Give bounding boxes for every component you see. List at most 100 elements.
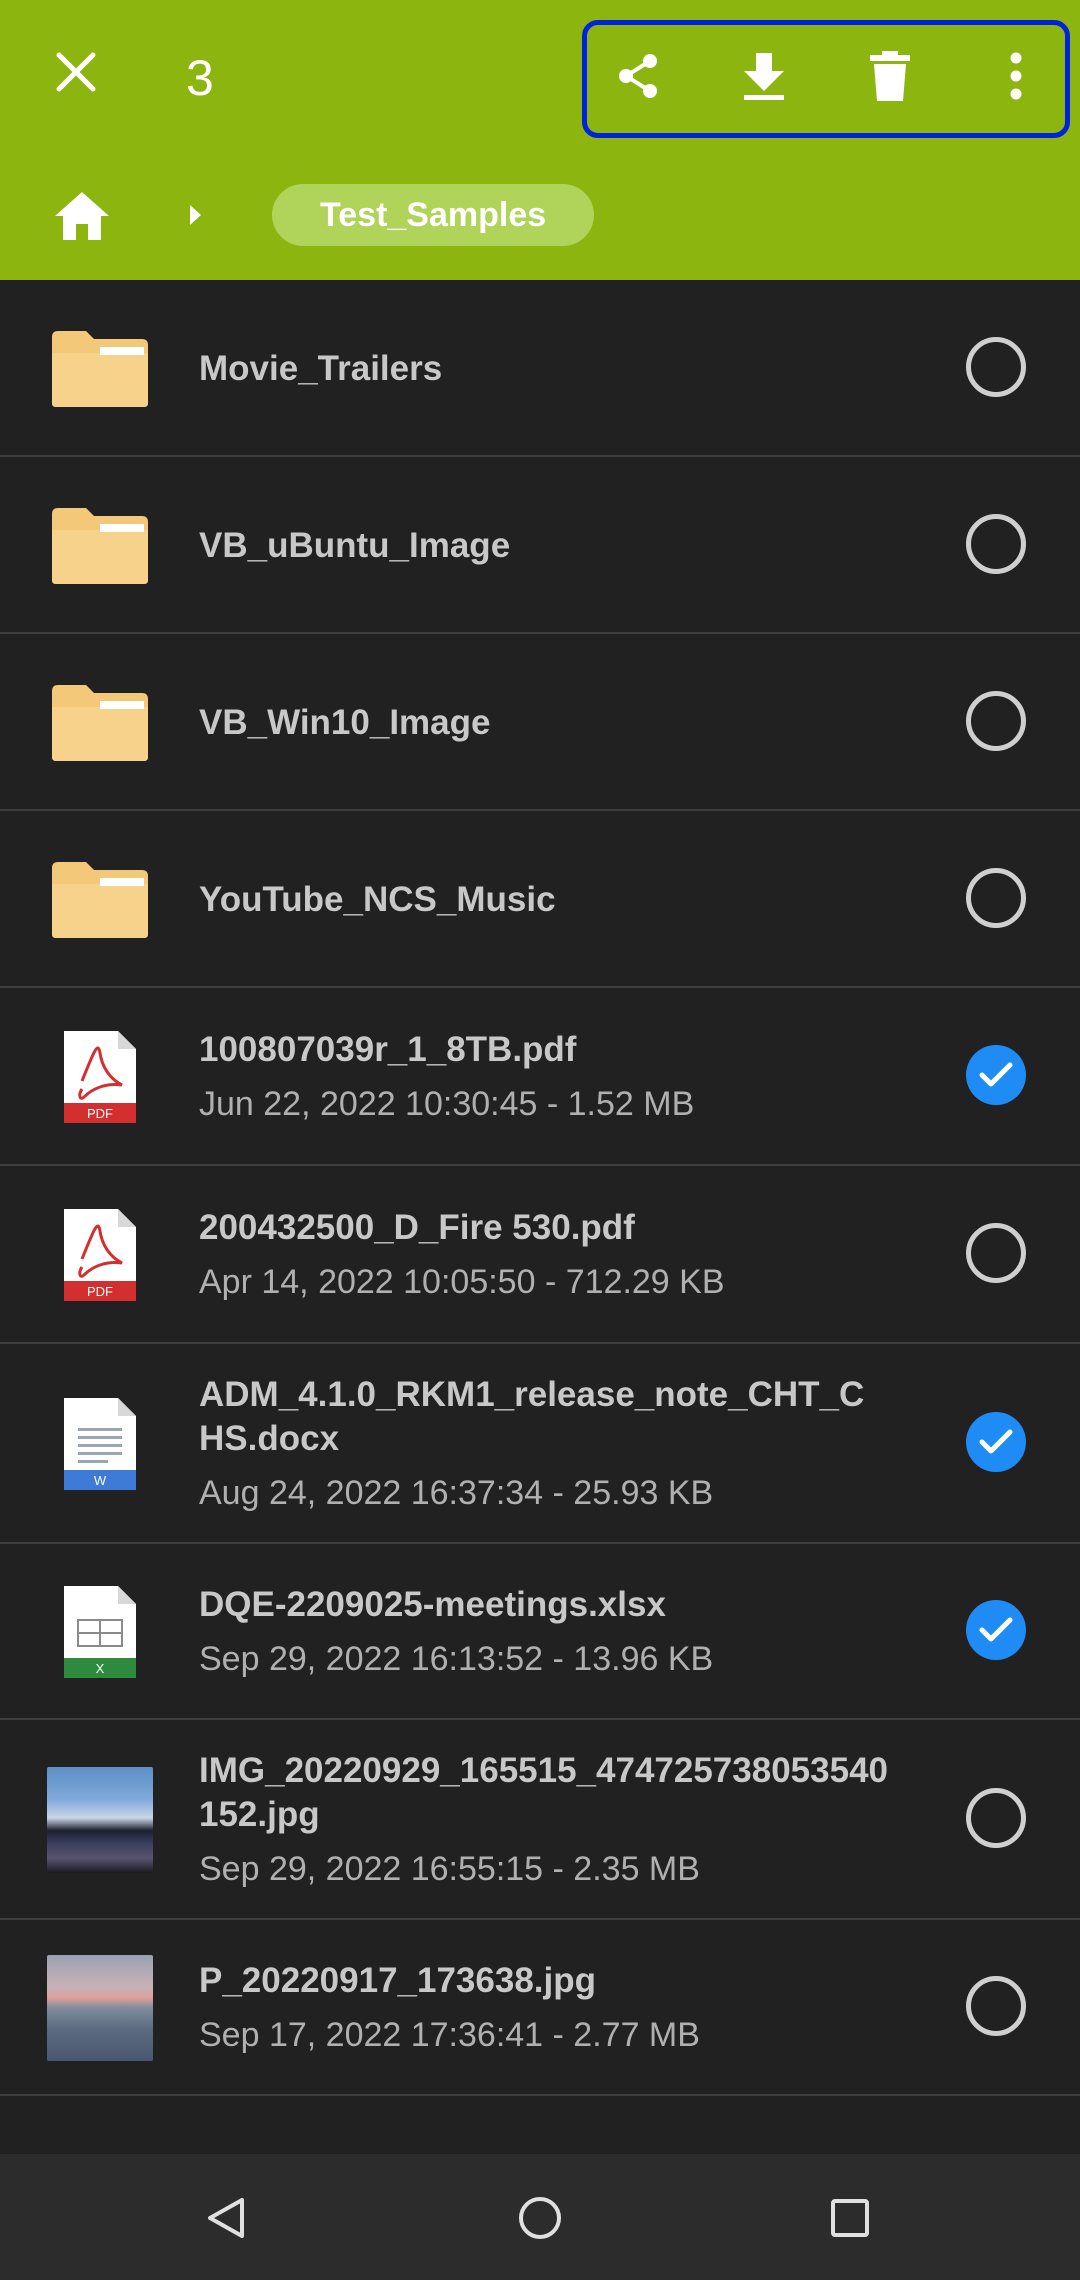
file-type-icon: X	[44, 1576, 156, 1688]
select-checkbox[interactable]	[966, 867, 1030, 932]
home-circle-icon	[519, 2197, 561, 2239]
unchecked-circle-icon	[966, 336, 1026, 397]
close-selection-button[interactable]	[40, 36, 112, 108]
nav-home-button[interactable]	[500, 2178, 580, 2258]
select-checkbox[interactable]	[966, 1976, 1030, 2040]
file-type-icon	[44, 1952, 156, 2064]
breadcrumb-home[interactable]	[46, 180, 118, 252]
download-icon	[744, 53, 784, 100]
delete-button[interactable]	[850, 36, 930, 116]
pdf-file-icon: PDF	[64, 1031, 136, 1123]
file-meta: Aug 24, 2022 16:37:34 - 25.93 KB	[199, 1474, 714, 1512]
file-name: P_20220917_173638.jpg	[199, 1961, 596, 2000]
pdf-file-icon: PDF	[64, 1209, 136, 1301]
image-thumbnail	[47, 1767, 153, 1873]
file-type-icon	[44, 1764, 156, 1876]
file-type-icon	[44, 667, 156, 779]
word-file-icon: W	[64, 1398, 136, 1490]
more-vert-icon	[1010, 52, 1022, 100]
file-text: 100807039r_1_8TB.pdf Jun 22, 2022 10:30:4…	[199, 1028, 889, 1126]
file-text: IMG_20220929_165515_474725738053540152.j…	[199, 1749, 889, 1891]
breadcrumb-separator	[180, 200, 210, 230]
system-nav-bar	[0, 2154, 1080, 2280]
file-text: VB_Win10_Image	[199, 701, 889, 745]
file-meta: Sep 29, 2022 16:55:15 - 2.35 MB	[199, 1850, 700, 1888]
unchecked-circle-icon	[966, 1223, 1026, 1283]
file-text: ADM_4.1.0_RKM1_release_note_CHT_CHS.docx…	[199, 1373, 889, 1515]
unchecked-circle-icon	[966, 690, 1026, 751]
file-row[interactable]: IMG_20220929_165515_474725738053540152.j…	[0, 1720, 1080, 1920]
file-type-icon: PDF	[44, 1199, 156, 1311]
nav-back-button[interactable]	[186, 2178, 266, 2258]
file-text: Movie_Trailers	[199, 347, 889, 391]
select-checkbox[interactable]	[966, 336, 1030, 401]
nav-recents-button[interactable]	[810, 2178, 890, 2258]
select-checkbox[interactable]	[966, 1788, 1030, 1852]
folder-row[interactable]: Movie_Trailers	[0, 280, 1080, 457]
more-options-button[interactable]	[976, 36, 1056, 116]
file-row[interactable]: P_20220917_173638.jpg Sep 17, 2022 17:36:…	[0, 1920, 1080, 2096]
folder-icon	[52, 330, 148, 407]
file-type-icon	[44, 490, 156, 602]
photo-thumbnail	[47, 1955, 153, 2061]
breadcrumb-current-folder[interactable]: Test_Samples	[272, 184, 595, 246]
checked-circle-icon	[966, 1412, 1026, 1472]
file-row[interactable]: PDF 100807039r_1_8TB.pdf Jun 22, 2022 10:3…	[0, 988, 1080, 1166]
svg-text:W: W	[94, 1473, 107, 1488]
file-row[interactable]: X DQE-2209025-meetings.xlsx Sep 29, 2022 1…	[0, 1544, 1080, 1720]
select-checkbox[interactable]	[966, 513, 1030, 578]
file-meta: Apr 14, 2022 10:05:50 - 712.29 KB	[199, 1263, 725, 1301]
file-meta: Sep 29, 2022 16:13:52 - 13.96 KB	[199, 1640, 714, 1678]
file-name: 100807039r_1_8TB.pdf	[199, 1030, 577, 1069]
file-text: P_20220917_173638.jpg Sep 17, 2022 17:36:…	[199, 1959, 889, 2057]
file-type-icon: W	[44, 1388, 156, 1500]
file-text: 200432500_D_Fire 530.pdf Apr 14, 2022 10:…	[199, 1206, 889, 1304]
chevron-right-icon	[190, 205, 201, 225]
file-name: 200432500_D_Fire 530.pdf	[199, 1208, 635, 1247]
checked-circle-icon	[966, 1045, 1026, 1105]
share-icon	[619, 54, 657, 98]
close-icon	[56, 52, 96, 92]
file-text: YouTube_NCS_Music	[199, 878, 889, 922]
checkmark-icon	[979, 1429, 1013, 1454]
file-type-icon: PDF	[44, 1021, 156, 1133]
recents-square-icon	[831, 2199, 869, 2237]
file-row[interactable]: W ADM_4.1.0_RKM1_release_note_CHT_CHS.doc…	[0, 1344, 1080, 1544]
file-list: Movie_Trailers VB_uBuntu_Image VB_Win10_Im…	[0, 280, 1080, 2096]
selected-count: 3	[186, 50, 214, 106]
file-name: IMG_20220929_165515_474725738053540152.j…	[199, 1751, 888, 1834]
selection-toolbar: 3 Test_Samples	[0, 0, 1080, 280]
file-row[interactable]: PDF 200432500_D_Fire 530.pdf Apr 14, 2022 …	[0, 1166, 1080, 1344]
folder-row[interactable]: VB_Win10_Image	[0, 634, 1080, 811]
checkmark-icon	[979, 1617, 1013, 1642]
folder-row[interactable]: VB_uBuntu_Image	[0, 457, 1080, 634]
file-name: Movie_Trailers	[199, 348, 443, 388]
file-type-icon	[44, 313, 156, 425]
select-checkbox[interactable]	[966, 1412, 1030, 1476]
unchecked-circle-icon	[966, 1788, 1026, 1848]
svg-text:PDF: PDF	[87, 1106, 113, 1121]
share-button[interactable]	[598, 36, 678, 116]
svg-text:PDF: PDF	[87, 1284, 113, 1299]
select-checkbox[interactable]	[966, 1223, 1030, 1287]
checkmark-icon	[979, 1062, 1013, 1087]
file-text: VB_uBuntu_Image	[199, 524, 889, 568]
svg-text:X: X	[96, 1661, 105, 1676]
file-meta: Sep 17, 2022 17:36:41 - 2.77 MB	[199, 2016, 700, 2054]
file-name: DQE-2209025-meetings.xlsx	[199, 1585, 666, 1624]
folder-icon	[52, 861, 148, 938]
file-type-icon	[44, 844, 156, 956]
file-name: VB_uBuntu_Image	[199, 525, 511, 565]
folder-icon	[52, 507, 148, 584]
file-name: YouTube_NCS_Music	[199, 879, 556, 919]
download-button[interactable]	[724, 36, 804, 116]
select-checkbox[interactable]	[966, 1045, 1030, 1109]
select-checkbox[interactable]	[966, 690, 1030, 755]
file-meta: Jun 22, 2022 10:30:45 - 1.52 MB	[199, 1085, 695, 1123]
folder-row[interactable]: YouTube_NCS_Music	[0, 811, 1080, 988]
unchecked-circle-icon	[966, 1976, 1026, 2036]
folder-icon	[52, 684, 148, 761]
excel-file-icon: X	[64, 1586, 136, 1678]
select-checkbox[interactable]	[966, 1600, 1030, 1664]
delete-icon	[870, 51, 910, 101]
